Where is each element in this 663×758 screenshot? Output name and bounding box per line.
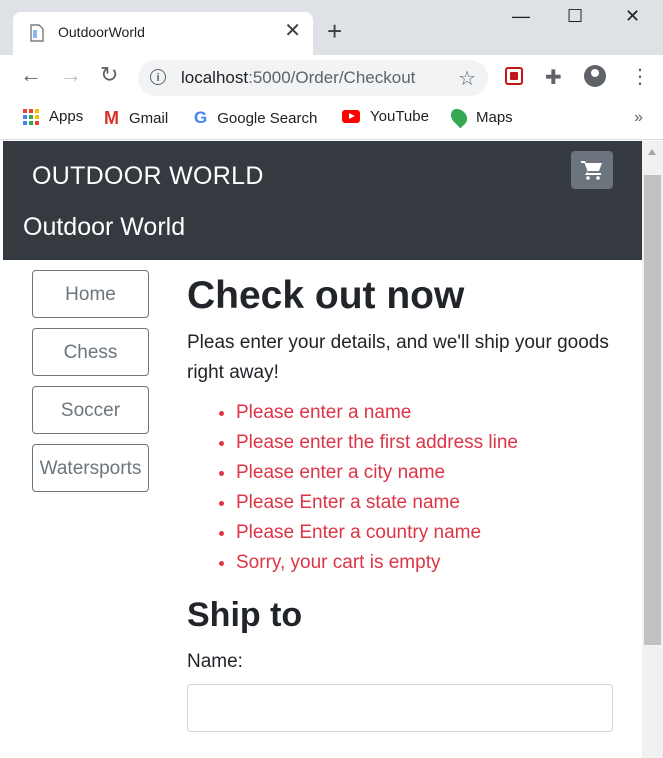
page-favicon-icon	[30, 24, 44, 42]
site-subtitle: Outdoor World	[23, 213, 186, 241]
validation-summary: Please enter a name Please enter the fir…	[187, 398, 613, 578]
minimize-window-icon[interactable]: —	[512, 6, 530, 27]
bookmark-youtube[interactable]: YouTube	[342, 108, 429, 125]
maps-icon	[447, 105, 471, 129]
bookmark-maps[interactable]: Maps	[447, 105, 513, 129]
category-home-button[interactable]: Home	[32, 270, 149, 318]
youtube-icon	[342, 110, 360, 123]
site-info-icon[interactable]: i	[150, 69, 166, 85]
bookmark-google-search[interactable]: G Google Search	[194, 108, 317, 128]
ship-to-heading: Ship to	[187, 596, 303, 634]
browser-titlebar: OutdoorWorld ✕ + — ☐ ✕	[0, 0, 663, 55]
bookmarks-bar: Apps M Gmail G Google Search YouTube Map…	[0, 101, 663, 140]
browser-tab[interactable]: OutdoorWorld ✕	[13, 12, 313, 55]
category-soccer-button[interactable]: Soccer	[32, 386, 149, 434]
cart-icon	[581, 161, 602, 180]
url-text[interactable]: localhost:5000/Order/Checkout	[181, 68, 415, 88]
address-bar[interactable]: i localhost:5000/Order/Checkout ☆	[138, 60, 488, 96]
gmail-icon: M	[104, 108, 119, 128]
new-tab-button[interactable]: +	[327, 18, 342, 44]
browser-toolbar: ← → ↻ i localhost:5000/Order/Checkout ☆ …	[0, 55, 663, 101]
page-scrollbar[interactable]	[642, 141, 663, 758]
validation-error: Please enter a city name	[236, 458, 613, 488]
site-navbar: OUTDOOR WORLD Outdoor World	[3, 141, 642, 260]
bookmark-gmail[interactable]: M Gmail	[104, 108, 168, 129]
name-input[interactable]	[187, 684, 613, 732]
mcafee-extension-icon[interactable]	[505, 67, 523, 85]
bookmark-apps[interactable]: Apps	[23, 108, 83, 125]
bookmark-star-icon[interactable]: ☆	[458, 66, 476, 91]
checkout-form: Check out now Pleas enter your details, …	[187, 270, 613, 732]
category-chess-button[interactable]: Chess	[32, 328, 149, 376]
name-label: Name:	[187, 651, 243, 672]
validation-error: Please Enter a country name	[236, 518, 613, 548]
apps-grid-icon	[23, 108, 39, 125]
validation-error: Please Enter a state name	[236, 488, 613, 518]
cart-button[interactable]	[571, 151, 613, 189]
validation-error: Please enter a name	[236, 398, 613, 428]
back-icon[interactable]: ←	[20, 64, 42, 86]
profile-avatar-icon[interactable]	[584, 65, 606, 87]
maximize-window-icon[interactable]: ☐	[567, 6, 583, 27]
category-watersports-button[interactable]: Watersports	[32, 444, 149, 492]
site-brand: OUTDOOR WORLD	[32, 162, 264, 190]
forward-icon[interactable]: →	[60, 64, 82, 86]
scroll-up-arrow-icon[interactable]	[648, 149, 656, 155]
tab-title: OutdoorWorld	[58, 24, 145, 40]
bookmarks-overflow-icon[interactable]: »	[634, 109, 643, 127]
extensions-puzzle-icon[interactable]: ✚	[545, 65, 562, 90]
validation-error: Sorry, your cart is empty	[236, 548, 613, 578]
page-title: Check out now	[187, 274, 465, 317]
page-viewport: OUTDOOR WORLD Outdoor World Home Chess S…	[3, 141, 642, 758]
category-sidebar: Home Chess Soccer Watersports	[32, 270, 149, 502]
validation-error: Please enter the first address line	[236, 428, 613, 458]
reload-icon[interactable]: ↻	[100, 64, 118, 86]
close-window-icon[interactable]: ✕	[625, 6, 640, 27]
browser-menu-icon[interactable]: ⋮	[630, 64, 650, 89]
tab-close-icon[interactable]: ✕	[284, 21, 301, 41]
google-icon: G	[194, 108, 208, 127]
scrollbar-thumb[interactable]	[644, 175, 661, 645]
checkout-lead: Pleas enter your details, and we'll ship…	[187, 332, 609, 383]
